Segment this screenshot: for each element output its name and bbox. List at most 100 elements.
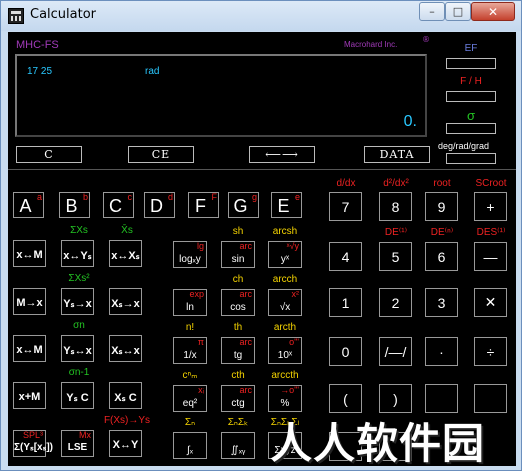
maker-label: Macrohard Inc. <box>344 40 398 49</box>
function-key[interactable]: arc ctg <box>221 385 255 412</box>
function-key-sup: lg <box>196 241 204 251</box>
numpad-key[interactable]: 6 <box>425 242 458 271</box>
stat-key[interactable]: Mx LSE <box>61 430 94 457</box>
numpad-key[interactable]: 8 <box>379 192 412 221</box>
numpad-key[interactable]: 9 <box>425 192 458 221</box>
stat-key[interactable]: Yₛ→x <box>61 288 94 315</box>
stat-key-label: x↔Yₛ <box>63 250 92 262</box>
stat-key[interactable]: SPL³ Σ(Yₛ[xₛ]) <box>13 430 54 457</box>
stat-key-label: x↔M <box>16 249 43 261</box>
function-key[interactable]: →o'"% <box>268 385 302 412</box>
letter-key-f[interactable]: FF <box>188 192 219 218</box>
numpad-key[interactable]: 7 <box>329 192 362 221</box>
function-key-above-label: ch <box>232 274 244 285</box>
stat-key-above-label: σn <box>73 320 85 331</box>
stat-key[interactable]: x↔M <box>13 335 46 362</box>
numpad-key[interactable]: ÷ <box>474 337 507 366</box>
numpad-key[interactable]: ✕ <box>474 288 507 317</box>
maximize-button[interactable]: □ <box>445 2 471 21</box>
stat-key-sup: Mx <box>79 430 91 440</box>
numpad-key[interactable]: 1 <box>329 288 362 317</box>
function-key-label: eq² <box>182 398 198 409</box>
function-key[interactable]: ∫ₓ <box>173 432 207 459</box>
numpad-key[interactable]: + <box>474 192 507 221</box>
numpad-key[interactable]: 2 <box>379 288 412 317</box>
function-key[interactable]: π 1/x <box>173 337 207 364</box>
data-button[interactable]: DATA <box>364 146 430 163</box>
stat-key[interactable]: X↔Y <box>109 430 142 457</box>
stat-key[interactable]: x↔M <box>13 240 46 267</box>
numpad-key[interactable]: 3 <box>425 288 458 317</box>
function-key[interactable]: arc sin <box>221 241 255 268</box>
display-angle-mode: rad <box>145 66 160 77</box>
stat-key[interactable]: Yₛ↔x <box>61 335 94 362</box>
function-key-label: 1/x <box>183 350 197 361</box>
function-key[interactable]: lg logₓy <box>173 241 207 268</box>
stat-key[interactable]: x↔Yₛ <box>61 240 94 267</box>
letter-key-b[interactable]: Bb <box>59 192 90 218</box>
stat-key-label: x↔M <box>16 344 43 356</box>
letter-key-sup: F <box>211 192 218 202</box>
numpad-key[interactable]: ( <box>329 384 362 413</box>
numpad-above-label: DE⁽ⁿ⁾ <box>430 227 454 238</box>
function-key[interactable]: ˣ√y yˣ <box>268 241 302 268</box>
letter-key-g[interactable]: Gg <box>228 192 259 218</box>
letter-key-c[interactable]: Cc <box>103 192 134 218</box>
numpad-key[interactable]: /—/ <box>379 337 412 366</box>
backspace-arrow-button[interactable]: ⟵⟶ <box>249 146 315 163</box>
numpad-above-label: d/dx <box>336 178 356 189</box>
numpad-key[interactable]: — <box>474 242 507 271</box>
function-key-label: ln <box>186 302 194 313</box>
stat-key-label: Xₛ C <box>114 392 137 404</box>
stat-key[interactable]: M→x <box>13 288 46 315</box>
stat-key[interactable]: x+M <box>13 382 46 409</box>
stat-key[interactable]: Xₛ↔x <box>109 335 142 362</box>
sigma-indicator-label: σ <box>466 108 476 123</box>
stat-key-above-label: ΣXs <box>70 225 88 236</box>
function-key-sup: xᵢ <box>198 385 204 395</box>
stat-key-label: Yₛ↔x <box>63 345 92 357</box>
divider <box>8 169 516 170</box>
minimize-button[interactable]: – <box>419 2 445 21</box>
letter-key-a[interactable]: Aa <box>13 192 44 218</box>
function-key[interactable]: arc cos <box>221 289 255 316</box>
function-key-above-label: ΣₙΣₖ <box>227 417 249 428</box>
function-key-above-label: arcch <box>272 274 298 285</box>
numpad-above-label: DE⁽¹⁾ <box>384 227 408 238</box>
stat-key[interactable]: x↔Xₛ <box>109 240 142 267</box>
calculator-window: Calculator – □ ✕ MHC-FS Macrohard Inc. ®… <box>0 0 522 471</box>
function-key-above-label: arcth <box>273 322 297 333</box>
function-key[interactable]: o'" 10ˣ <box>268 337 302 364</box>
watermark-text: 人人软件园 <box>270 419 486 468</box>
numpad-key[interactable]: 5 <box>379 242 412 271</box>
letter-key-d[interactable]: Dd <box>144 192 175 218</box>
function-key[interactable]: exp ln <box>173 289 207 316</box>
numpad-key[interactable]: ) <box>379 384 412 413</box>
clear-button[interactable]: C <box>16 146 82 163</box>
stat-key-label: LSE <box>67 442 88 453</box>
function-key[interactable]: x² √x <box>268 289 302 316</box>
numpad-above-label: root <box>433 178 451 189</box>
function-key-label: yˣ <box>280 254 290 265</box>
numpad-key[interactable]: · <box>425 337 458 366</box>
stat-key[interactable]: Xₛ C <box>109 382 142 409</box>
letter-key-e[interactable]: Ee <box>271 192 302 218</box>
function-key[interactable]: xᵢ eq² <box>173 385 207 412</box>
function-key[interactable]: arc tg <box>221 337 255 364</box>
function-key[interactable]: ∬ₓᵧ <box>221 432 255 459</box>
function-key-label: ∫ₓ <box>186 445 194 456</box>
title-bar[interactable]: Calculator – □ ✕ <box>1 1 521 31</box>
function-key-sup: →o'" <box>280 385 299 395</box>
numpad-key[interactable]: 0 <box>329 337 362 366</box>
stat-key[interactable]: Xₛ→x <box>109 288 142 315</box>
calculator-app-icon <box>8 8 24 24</box>
function-key-above-label: Σₙ <box>184 417 196 428</box>
stat-key-label: Σ(Yₛ[xₛ]) <box>14 442 54 453</box>
numpad-key[interactable] <box>425 384 458 413</box>
window-title: Calculator <box>30 7 97 22</box>
close-button[interactable]: ✕ <box>471 2 515 21</box>
numpad-key[interactable]: 4 <box>329 242 362 271</box>
clear-entry-button[interactable]: CE <box>128 146 194 163</box>
stat-key[interactable]: Yₛ C <box>61 382 94 409</box>
numpad-key[interactable] <box>474 384 507 413</box>
